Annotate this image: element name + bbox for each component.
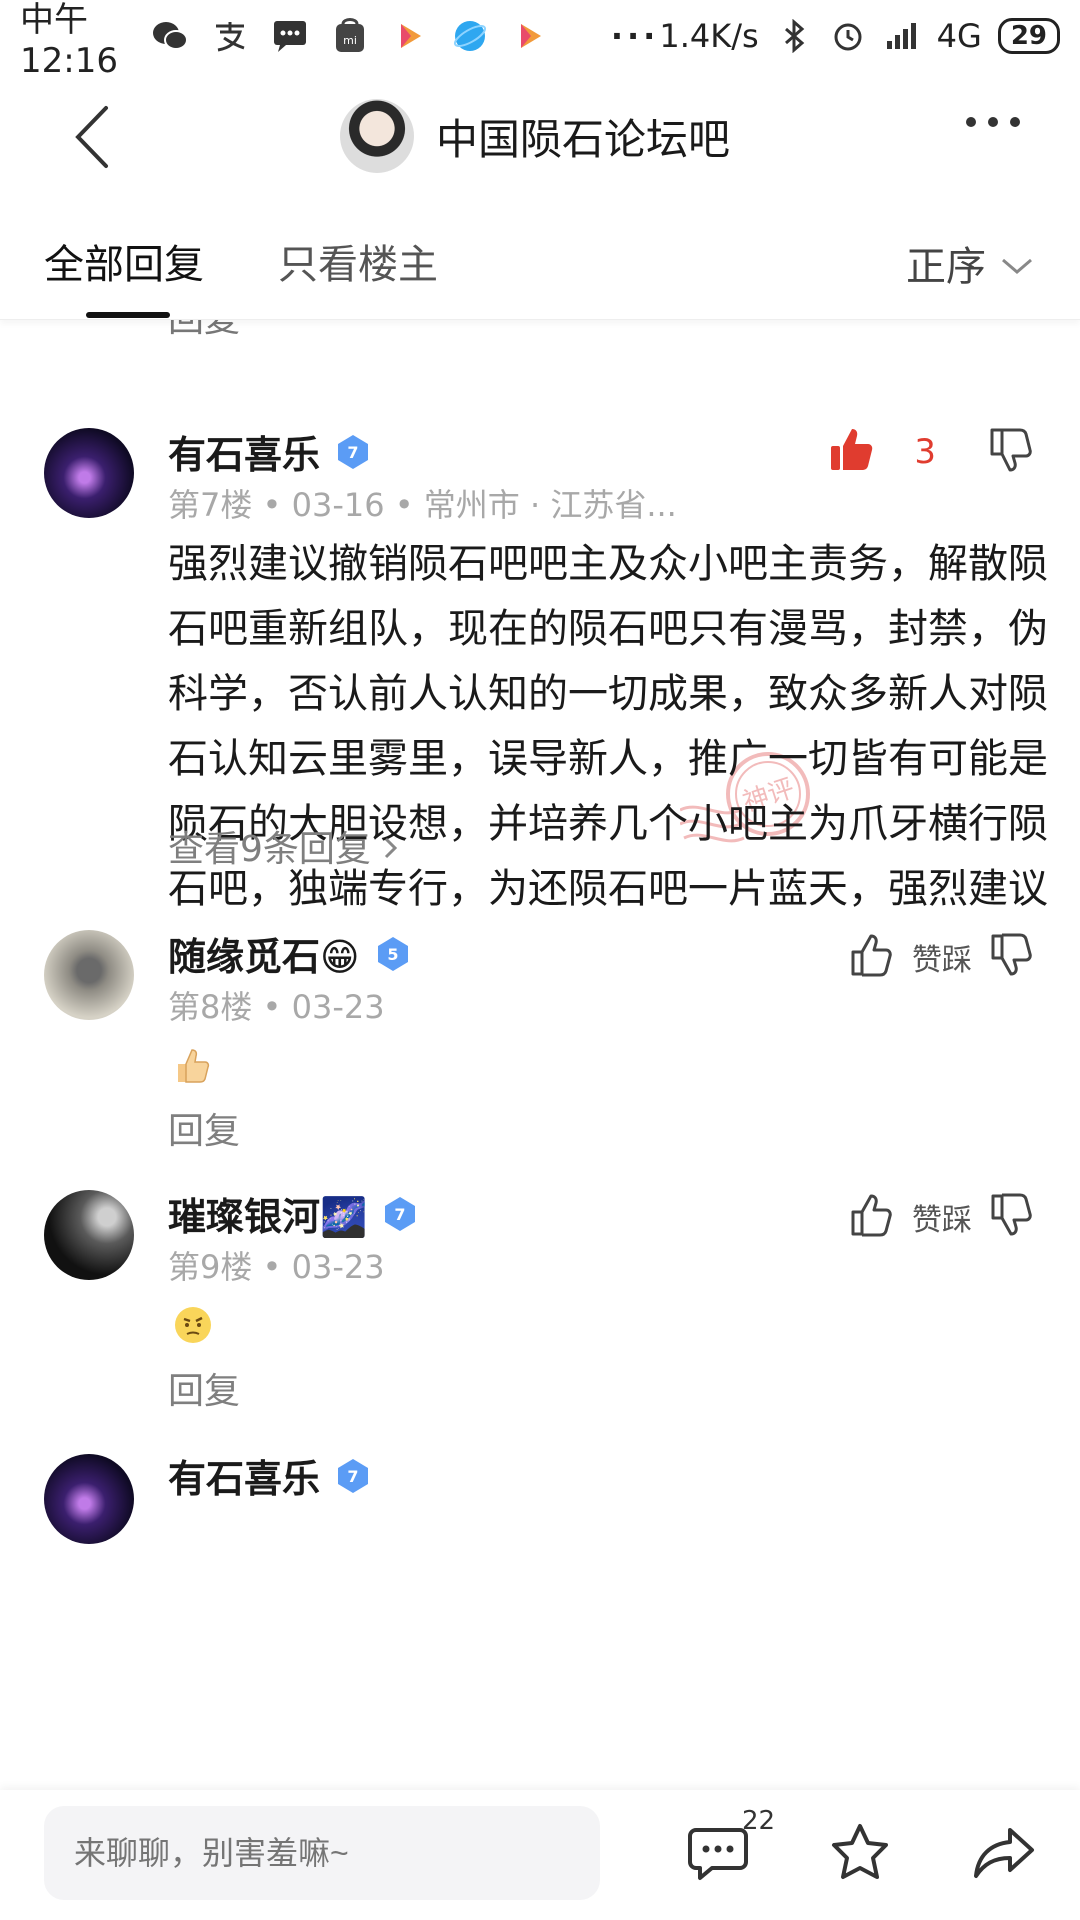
browser-app-icon [451,17,489,55]
wechat-icon [151,17,189,55]
user-row: 有石喜乐 7 [168,424,372,479]
thumb-up-filled-icon[interactable] [828,426,876,478]
reply-list[interactable]: 回复 有石喜乐 7 第7楼 • 03-16 • 常州市 · 江苏省... 神评 [0,320,1080,1790]
level-badge-icon: 7 [334,433,372,471]
reply-link[interactable]: 回复 [168,1362,240,1414]
post-date: 03-23 [291,1248,385,1286]
username[interactable]: 有石喜乐 [168,424,320,479]
vote-actions: 赞踩 [850,932,1034,982]
more-options-icon[interactable] [966,117,1020,127]
alarm-icon [829,17,867,55]
level-badge-icon: 5 [374,935,412,973]
reply-tabs: 全部回复 只看楼主 正序 [0,202,1080,320]
bluetooth-icon [775,17,813,55]
video-app-icon [391,17,429,55]
favorite-star-icon[interactable] [828,1820,892,1884]
signal-icon [883,17,921,55]
post-date: 03-23 [291,988,385,1026]
tab-all-replies[interactable]: 全部回复 [44,232,204,290]
floor-number: 第8楼 [168,988,253,1026]
network-type: 4G [936,17,982,55]
floor-number: 第7楼 [168,486,253,524]
svg-text:mi: mi [343,34,357,47]
floor-number: 第9楼 [168,1248,253,1286]
post-meta: 第9楼 • 03-23 [168,1248,385,1286]
post-meta: 第7楼 • 03-16 • 常州市 · 江苏省... [168,486,677,524]
thinking-emoji-icon [175,1307,211,1343]
forum-header[interactable]: 中国陨石论坛吧 [340,99,730,173]
user-row: 有石喜乐 7 [168,1448,372,1503]
svg-text:5: 5 [387,945,398,964]
chevron-down-icon [1000,240,1034,286]
sort-dropdown[interactable]: 正序 [906,234,1034,292]
forum-avatar [340,99,414,173]
more-notifications-icon: ··· [610,17,660,55]
battery-indicator: 29 [997,18,1060,54]
user-row: 璀璨银河🌌 7 [168,1186,419,1241]
status-time: 中午12:16 [20,0,118,81]
like-count: 3 [914,432,936,472]
vote-actions: 3 [828,426,1034,478]
network-speed: 1.4K/s [659,17,759,55]
notification-icons: mi ··· [151,17,659,55]
reply-link[interactable]: 回复 [168,320,240,342]
reply-input[interactable] [44,1806,600,1900]
post-meta: 第8楼 • 03-23 [168,988,385,1026]
svg-text:7: 7 [347,1467,358,1486]
avatar[interactable] [44,428,134,518]
chevron-right-icon [382,829,400,870]
username[interactable]: 有石喜乐 [168,1448,320,1503]
level-badge-icon: 7 [334,1457,372,1495]
post-location: 常州市 · 江苏省... [423,486,677,524]
thumb-down-icon[interactable] [988,426,1034,478]
status-bar: 中午12:16 mi ··· 1.4K/s 4G 29 [0,0,1080,81]
tab-op-only[interactable]: 只看楼主 [278,232,438,290]
username[interactable]: 随缘觅石😁 [168,926,360,981]
post-date: 03-16 [291,486,385,524]
reply-link[interactable]: 回复 [168,1102,240,1154]
comment-icon[interactable] [686,1820,750,1884]
thumb-up-icon[interactable] [850,932,894,982]
bottom-action-bar: 22 [0,1790,1080,1920]
back-arrow-icon[interactable] [60,100,130,170]
thumb-down-icon[interactable] [990,1192,1034,1242]
svg-text:7: 7 [395,1205,406,1224]
avatar[interactable] [44,1190,134,1280]
mi-store-icon: mi [331,17,369,55]
top-navigation: 中国陨石论坛吧 [0,72,1080,202]
forum-title: 中国陨石论坛吧 [436,114,731,164]
video-app-icon-2 [511,17,549,55]
share-icon[interactable] [972,1820,1036,1884]
user-row: 随缘觅石😁 5 [168,926,412,981]
like-dislike-label: 赞踩 [912,943,972,978]
like-dislike-label: 赞踩 [912,1203,972,1238]
alipay-icon [211,17,249,55]
username[interactable]: 璀璨银河🌌 [168,1186,367,1241]
svg-text:7: 7 [347,443,358,462]
avatar[interactable] [44,930,134,1020]
avatar[interactable] [44,1454,134,1544]
vote-actions: 赞踩 [850,1192,1034,1242]
message-icon [271,17,309,55]
thumbs-up-emoji-icon [178,1049,210,1083]
thumb-up-icon[interactable] [850,1192,894,1242]
thumb-down-icon[interactable] [990,932,1034,982]
sort-label: 正序 [906,244,986,290]
comment-count-badge: 22 [742,1806,776,1836]
view-replies-link[interactable]: 查看9条回复 [168,820,400,872]
active-tab-indicator [86,312,170,318]
level-badge-icon: 7 [381,1195,419,1233]
